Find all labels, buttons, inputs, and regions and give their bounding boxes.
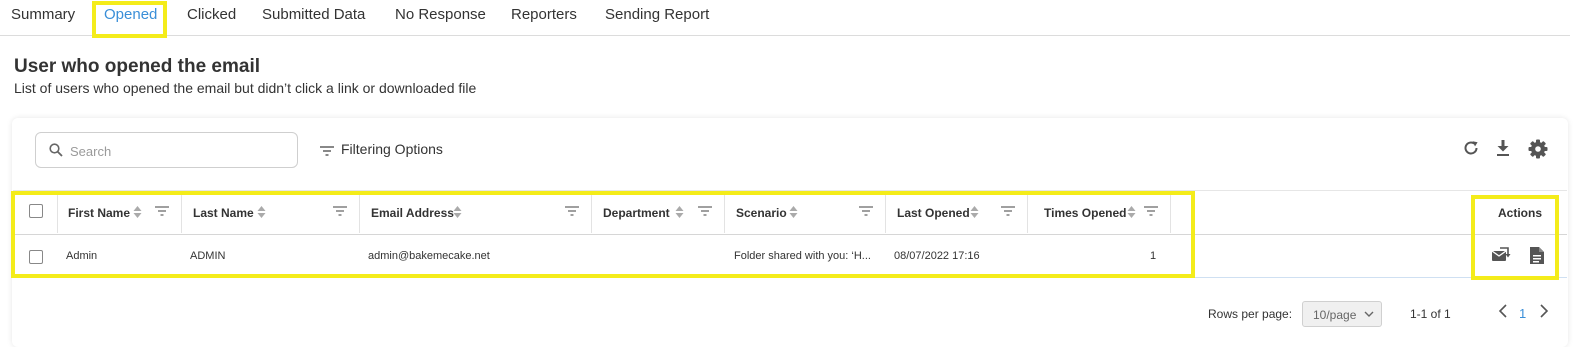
column-header-email-address[interactable]: Email Address bbox=[371, 206, 454, 220]
tab-no-response[interactable]: No Response bbox=[395, 6, 486, 23]
search-input[interactable] bbox=[70, 141, 290, 161]
cell-first-name: Admin bbox=[66, 250, 98, 262]
search-icon bbox=[49, 143, 63, 157]
column-divider bbox=[1170, 195, 1171, 233]
column-header-scenario[interactable]: Scenario bbox=[736, 206, 787, 220]
column-divider bbox=[359, 195, 360, 233]
column-divider bbox=[57, 195, 58, 233]
column-filter-icon[interactable] bbox=[333, 205, 347, 217]
tab-opened[interactable]: Opened bbox=[104, 6, 157, 23]
column-filter-icon[interactable] bbox=[698, 205, 712, 217]
page-subtitle: List of users who opened the email but d… bbox=[14, 80, 477, 96]
column-filter-icon[interactable] bbox=[1144, 205, 1158, 217]
column-divider bbox=[181, 195, 182, 233]
column-filter-icon[interactable] bbox=[859, 205, 873, 217]
column-header-times-opened[interactable]: Times Opened bbox=[1044, 206, 1126, 220]
cell-times-opened: 1 bbox=[1150, 250, 1157, 262]
cell-email-address: admin@bakemecake.net bbox=[368, 250, 490, 262]
pagination-range: 1-1 of 1 bbox=[1410, 307, 1451, 321]
page-number[interactable]: 1 bbox=[1519, 306, 1526, 321]
rows-per-page-value: 10/page bbox=[1313, 308, 1357, 322]
chevron-down-icon bbox=[1364, 311, 1374, 317]
sort-icon[interactable] bbox=[1127, 205, 1136, 219]
rows-per-page-label: Rows per page: bbox=[1208, 307, 1293, 321]
search-box[interactable] bbox=[35, 132, 298, 168]
cell-scenario: Folder shared with you: ‘H... bbox=[734, 250, 871, 262]
tab-clicked[interactable]: Clicked bbox=[187, 6, 236, 23]
resend-email-icon[interactable] bbox=[1491, 246, 1511, 264]
column-divider bbox=[724, 195, 725, 233]
filtering-options-button[interactable]: Filtering Options bbox=[320, 141, 443, 157]
column-filter-icon[interactable] bbox=[565, 205, 579, 217]
select-all-checkbox[interactable] bbox=[29, 204, 43, 218]
page-title: User who opened the email bbox=[14, 56, 260, 77]
settings-icon[interactable] bbox=[1528, 139, 1548, 159]
tab-summary[interactable]: Summary bbox=[11, 6, 75, 23]
rows-per-page-select[interactable]: 10/page bbox=[1302, 301, 1382, 327]
sort-icon[interactable] bbox=[133, 205, 142, 219]
sort-icon[interactable] bbox=[453, 205, 462, 219]
column-header-last-opened[interactable]: Last Opened bbox=[897, 206, 970, 220]
refresh-icon[interactable] bbox=[1462, 139, 1480, 157]
column-header-first-name[interactable]: First Name bbox=[68, 206, 130, 220]
filtering-options-label: Filtering Options bbox=[341, 141, 443, 157]
column-divider bbox=[591, 195, 592, 233]
tab-sending-report[interactable]: Sending Report bbox=[605, 6, 709, 23]
filter-icon bbox=[320, 146, 334, 156]
column-filter-icon[interactable] bbox=[155, 205, 169, 217]
sort-icon[interactable] bbox=[257, 205, 266, 219]
column-header-department[interactable]: Department bbox=[603, 206, 670, 220]
cell-last-name: ADMIN bbox=[190, 250, 226, 262]
row-checkbox[interactable] bbox=[29, 250, 43, 264]
report-document-icon[interactable] bbox=[1529, 246, 1545, 265]
sort-icon[interactable] bbox=[970, 205, 979, 219]
column-divider bbox=[1027, 195, 1028, 233]
column-filter-icon[interactable] bbox=[1001, 205, 1015, 217]
tab-submitted-data[interactable]: Submitted Data bbox=[262, 6, 365, 23]
report-tabs: Summary Opened Clicked Submitted Data No… bbox=[0, 0, 1570, 36]
cell-last-opened: 08/07/2022 17:16 bbox=[894, 250, 980, 262]
prev-page-icon[interactable] bbox=[1498, 303, 1508, 319]
next-page-icon[interactable] bbox=[1539, 303, 1549, 319]
sort-icon[interactable] bbox=[675, 205, 684, 219]
sort-icon[interactable] bbox=[789, 205, 798, 219]
column-header-last-name[interactable]: Last Name bbox=[193, 206, 254, 220]
tab-reporters[interactable]: Reporters bbox=[511, 6, 577, 23]
download-icon[interactable] bbox=[1494, 139, 1512, 157]
column-divider bbox=[885, 195, 886, 233]
column-header-actions: Actions bbox=[1498, 206, 1543, 220]
